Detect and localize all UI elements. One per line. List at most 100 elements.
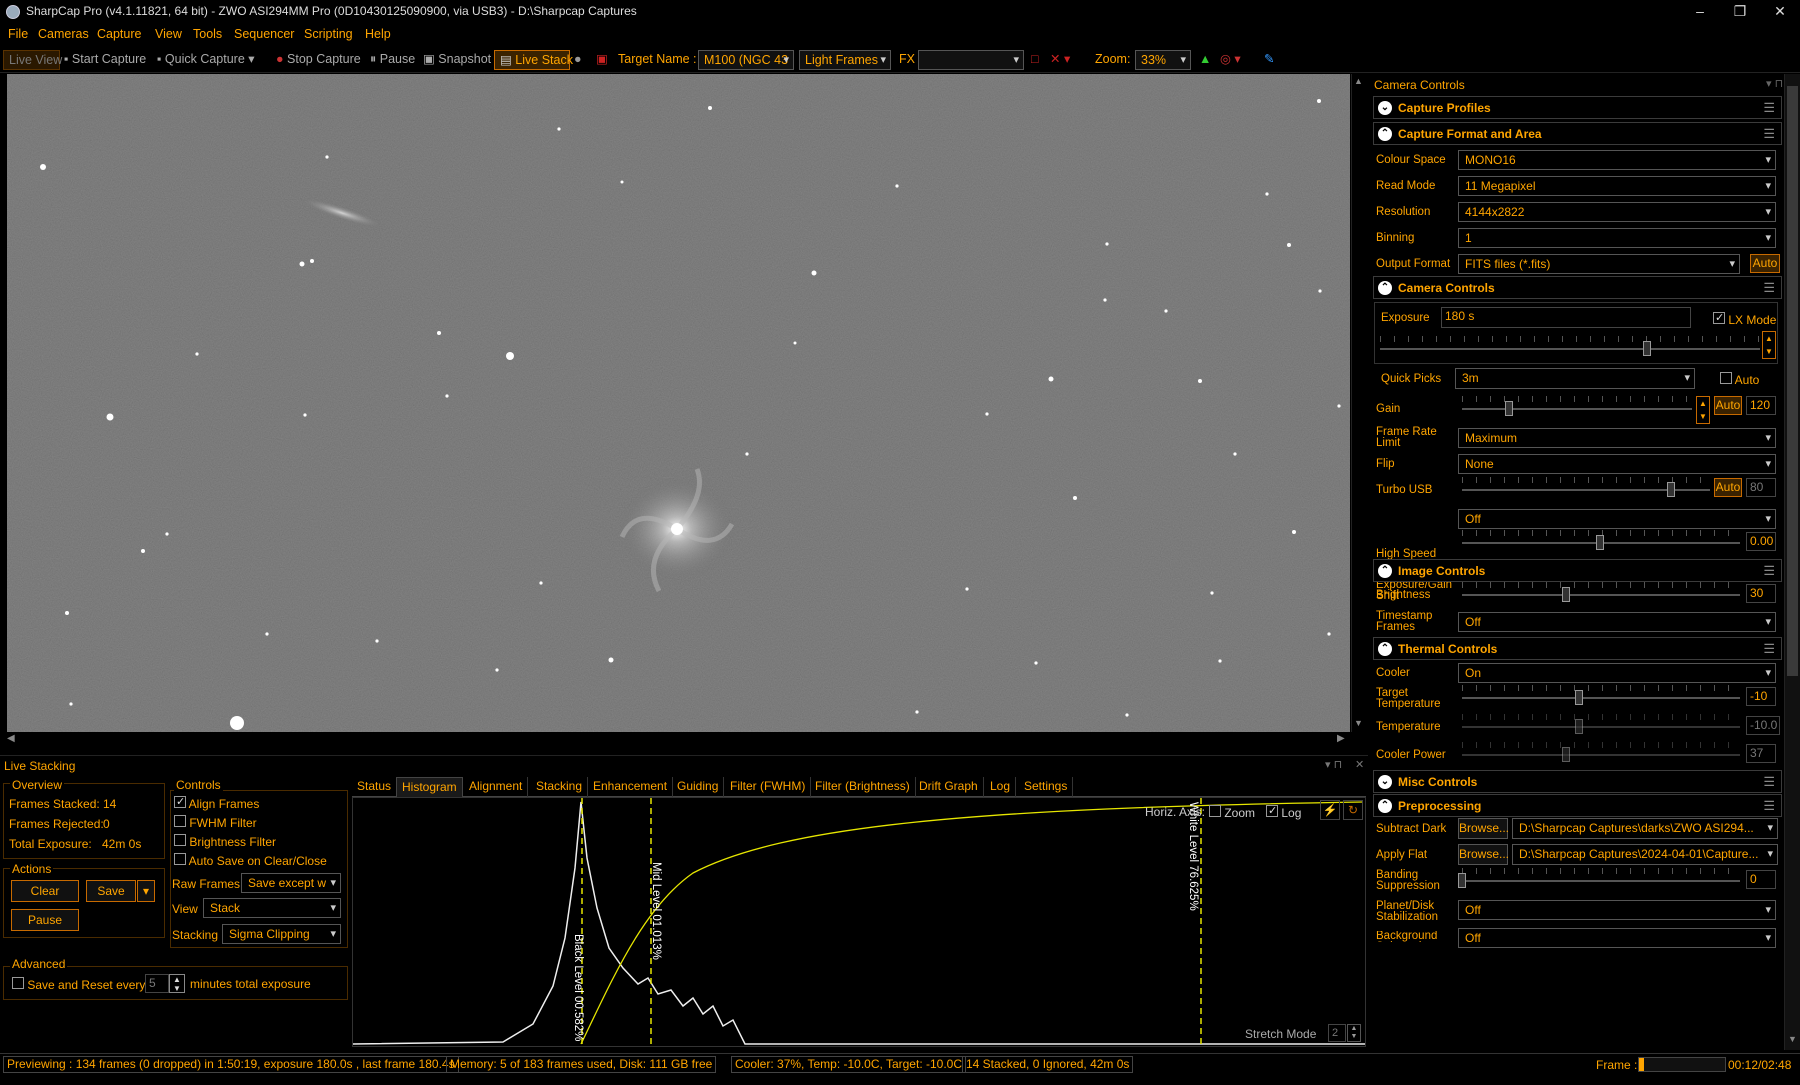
stop-capture-button[interactable]: ● Stop Capture [276, 50, 361, 70]
tools-icon[interactable]: ✎ [1264, 50, 1274, 70]
stretch-mode-input[interactable]: 2 [1328, 1024, 1346, 1042]
save-reset-checkbox[interactable]: Save and Reset every [12, 977, 145, 992]
live-stack-button[interactable]: ▤ Live Stack [494, 50, 573, 70]
lx-mode-checkbox[interactable]: LX Mode [1713, 312, 1776, 327]
restore-icon[interactable]: ❐ [1720, 0, 1760, 24]
section-misc-controls[interactable]: ⌄ Misc Controls ☰ [1373, 770, 1782, 793]
panel-close-icon[interactable]: ✕ [1355, 758, 1364, 771]
scroll-up-icon[interactable]: ▲ [1354, 76, 1363, 86]
target-temperature-value[interactable]: -10 [1746, 687, 1776, 706]
auto-stretch-icon[interactable]: ⚡ [1320, 800, 1340, 820]
scroll-right-icon[interactable]: ▶ [1337, 733, 1345, 744]
menu-icon[interactable]: ☰ [1763, 641, 1775, 657]
view-select[interactable]: Stack [203, 898, 341, 918]
tab-stacking[interactable]: Stacking [531, 777, 589, 797]
menu-icon[interactable]: ☰ [1763, 280, 1775, 296]
gain-slider-thumb[interactable] [1505, 401, 1513, 416]
save-button[interactable]: Save [86, 880, 136, 902]
menu-scripting[interactable]: Scripting [304, 27, 353, 41]
colour-space-select[interactable]: MONO16 [1458, 150, 1776, 170]
quick-picks-select[interactable]: 3m [1455, 368, 1695, 389]
tab-filter-fwhm[interactable]: Filter (FWHM) [725, 777, 812, 797]
gain-value[interactable]: 120 [1746, 396, 1776, 415]
section-capture-profiles[interactable]: ⌄ Capture Profiles ☰ [1373, 96, 1782, 119]
image-viewer[interactable] [7, 74, 1350, 732]
gain-slider[interactable] [1462, 408, 1692, 410]
camera-controls-scrollbar[interactable]: ▼ [1784, 74, 1800, 1050]
menu-icon[interactable]: ☰ [1763, 774, 1775, 790]
histogram-panel[interactable]: Black Level 00.582% Mid Level 01.013% Wh… [352, 797, 1366, 1047]
menu-capture[interactable]: Capture [97, 27, 141, 41]
cooler-select[interactable]: On [1458, 663, 1776, 683]
tab-enhancement[interactable]: Enhancement [588, 777, 674, 797]
menu-view[interactable]: View [155, 27, 182, 41]
log-checkbox[interactable]: Log [1266, 805, 1301, 820]
crosshair-icon[interactable]: ✕ ▾ [1050, 50, 1070, 70]
tab-settings[interactable]: Settings [1019, 777, 1074, 797]
turbo-usb-value[interactable]: 80 [1746, 478, 1776, 497]
align-frames-checkbox[interactable]: Align Frames [174, 796, 259, 811]
quick-capture-button[interactable]: ▪ Quick Capture ▾ [157, 50, 255, 70]
output-format-select[interactable]: FITS files (*.fits) [1458, 254, 1740, 274]
menu-file[interactable]: File [8, 27, 28, 41]
zoom-select[interactable]: 33% [1135, 50, 1191, 70]
minutes-spinner[interactable]: ▲ ▼ [169, 974, 185, 993]
live-view-button[interactable]: Live View [3, 50, 62, 70]
subtract-dark-select[interactable]: D:\Sharpcap Captures\darks\ZWO ASI294... [1512, 818, 1778, 839]
menu-tools[interactable]: Tools [193, 27, 222, 41]
tab-alignment[interactable]: Alignment [464, 777, 529, 797]
scroll-down-icon[interactable]: ▼ [1788, 1034, 1797, 1044]
banding-suppression-slider[interactable] [1462, 880, 1740, 882]
menu-help[interactable]: Help [365, 27, 391, 41]
reset-icon[interactable]: ↻ [1343, 800, 1363, 820]
gain-auto-button[interactable]: Auto [1714, 396, 1742, 415]
apply-flat-browse-button[interactable]: Browse... [1458, 844, 1509, 865]
exposure-slider-thumb[interactable] [1643, 341, 1651, 356]
stretch-mode-spinner[interactable]: ▲ ▼ [1347, 1024, 1361, 1042]
menu-sequencer[interactable]: Sequencer [234, 27, 294, 41]
turbo-usb-auto-button[interactable]: Auto [1714, 478, 1742, 497]
tab-log[interactable]: Log [985, 777, 1017, 797]
tab-status[interactable]: Status [352, 777, 398, 797]
tab-drift-graph[interactable]: Drift Graph [914, 777, 984, 797]
apply-flat-select[interactable]: D:\Sharpcap Captures\2024-04-01\Capture.… [1512, 844, 1778, 865]
start-capture-button[interactable]: ▪ Start Capture [64, 50, 146, 70]
scroll-down-icon[interactable]: ▼ [1354, 718, 1363, 728]
high-speed-select[interactable]: Off [1458, 509, 1776, 529]
quick-picks-auto-checkbox[interactable]: Auto [1720, 372, 1759, 387]
banding-suppression-thumb[interactable] [1458, 873, 1466, 888]
exposure-gain-shift-value[interactable]: 0.00 [1746, 532, 1776, 551]
binning-select[interactable]: 1 [1458, 228, 1776, 248]
viewer-vertical-scrollbar[interactable]: ▲ ▼ [1351, 74, 1365, 732]
brightness-filter-checkbox[interactable]: Brightness Filter [174, 834, 276, 849]
close-icon[interactable]: ✕ [1760, 0, 1800, 24]
pause-button[interactable]: ⏸ Pause [370, 50, 415, 70]
minimize-icon[interactable]: – [1680, 0, 1720, 24]
roi-icon[interactable]: □ [1031, 50, 1039, 70]
menu-icon[interactable]: ☰ [1763, 798, 1775, 814]
histogram-chart[interactable] [353, 798, 1365, 1046]
viewer-horizontal-scrollbar[interactable]: ◀ ▶ [7, 732, 1350, 747]
tab-histogram[interactable]: Histogram [396, 777, 463, 797]
exposure-slider[interactable] [1380, 348, 1760, 350]
zoom-checkbox[interactable]: Zoom [1209, 805, 1255, 820]
exposure-spinner[interactable]: ▲ ▼ [1762, 331, 1776, 359]
tab-filter-brightness[interactable]: Filter (Brightness) [810, 777, 916, 797]
histogram-icon[interactable]: ▲ [1199, 50, 1211, 70]
tab-guiding[interactable]: Guiding [672, 777, 725, 797]
resolution-select[interactable]: 4144x2822 [1458, 202, 1776, 222]
panel-pin-icon[interactable]: ▾ ⊓ [1325, 758, 1342, 771]
fwhm-filter-checkbox[interactable]: FWHM Filter [174, 815, 257, 830]
panel-dock-icon[interactable]: ▾ ⊓ [1766, 77, 1783, 90]
frame-rate-select[interactable]: Maximum [1458, 428, 1776, 448]
flip-select[interactable]: None [1458, 454, 1776, 474]
brightness-slider-thumb[interactable] [1562, 587, 1570, 602]
planet-disk-select[interactable]: Off [1458, 900, 1776, 920]
turbo-usb-slider-thumb[interactable] [1667, 482, 1675, 497]
section-thermal-controls[interactable]: ⌃ Thermal Controls ☰ [1373, 637, 1782, 660]
raw-frames-select[interactable]: Save except w [241, 873, 341, 893]
section-image-controls[interactable]: ⌃ Image Controls ☰ [1373, 559, 1782, 582]
stacking-select[interactable]: Sigma Clipping [222, 924, 341, 944]
menu-icon[interactable]: ☰ [1763, 563, 1775, 579]
read-mode-select[interactable]: 11 Megapixel [1458, 176, 1776, 196]
